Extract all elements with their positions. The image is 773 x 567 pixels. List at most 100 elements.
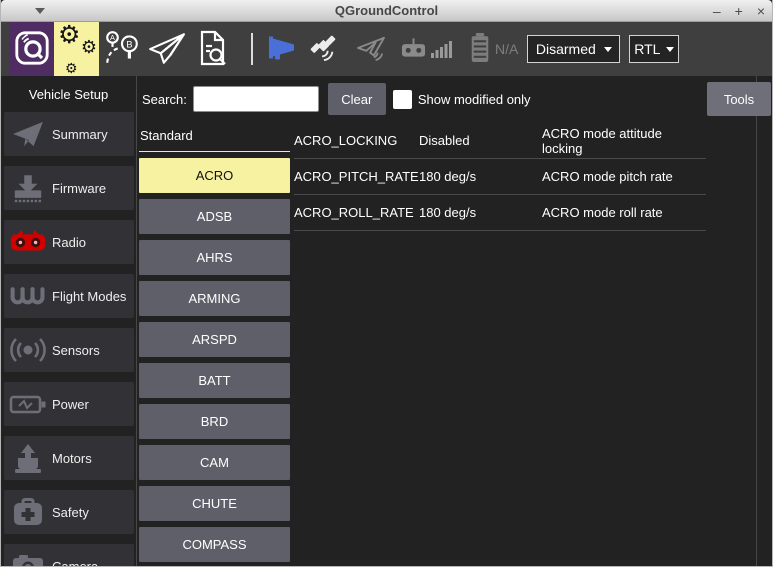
paper-plane-icon <box>4 120 52 148</box>
toolbar-button-fly[interactable] <box>144 22 189 76</box>
parameter-panel: Search: Clear Show modified only Tools S… <box>137 76 772 566</box>
sidebar-item-motors[interactable]: Motors <box>4 436 134 480</box>
category-button-arming[interactable]: ARMING <box>139 281 290 316</box>
param-name: ACRO_PITCH_RATE <box>294 169 419 184</box>
sidebar-item-safety[interactable]: Safety <box>4 490 134 534</box>
tools-button[interactable]: Tools <box>707 82 771 116</box>
param-row[interactable]: ACRO_ROLL_RATE 180 deg/s ACRO mode roll … <box>294 195 706 231</box>
search-input[interactable] <box>193 86 319 112</box>
category-button-acro[interactable]: ACRO <box>139 158 290 193</box>
toolbar-separator <box>251 33 253 65</box>
chevron-down-icon <box>666 47 674 52</box>
medkit-icon <box>4 497 52 527</box>
plan-route-icon: A B <box>103 29 141 70</box>
sidebar-item-sensors[interactable]: Sensors <box>4 328 134 372</box>
sidebar-item-summary[interactable]: Summary <box>4 112 134 156</box>
window-menu-icon[interactable] <box>35 8 45 14</box>
param-name: ACRO_ROLL_RATE <box>294 205 419 220</box>
show-modified-checkbox[interactable] <box>393 90 412 109</box>
category-button-arspd[interactable]: ARSPD <box>139 322 290 357</box>
battery-bolt-icon <box>4 393 52 416</box>
sidebar-item-label: Sensors <box>52 343 100 358</box>
param-value: Disabled <box>419 133 542 148</box>
rc-rssi-indicator[interactable] <box>401 37 426 61</box>
camera-icon <box>4 554 52 567</box>
close-button[interactable]: × <box>757 3 765 19</box>
clear-button[interactable]: Clear <box>328 83 386 115</box>
sidebar-item-firmware[interactable]: Firmware <box>4 166 134 210</box>
sidebar-item-camera[interactable]: Camera <box>4 544 134 566</box>
paper-plane-icon <box>147 31 187 68</box>
param-description: ACRO mode roll rate <box>542 205 706 220</box>
category-button-chute[interactable]: CHUTE <box>139 486 290 521</box>
audio-indicator[interactable] <box>267 34 297 64</box>
parameter-table: ACRO_LOCKING Disabled ACRO mode attitude… <box>294 122 706 566</box>
sidebar-item-label: Camera <box>52 559 98 567</box>
battery-status-text: N/A <box>495 41 518 57</box>
category-button-compass[interactable]: COMPASS <box>139 527 290 562</box>
battery-indicator[interactable] <box>470 33 490 66</box>
toolbar-button-vehicle-setup[interactable]: ⚙⚙⚙ <box>54 22 99 76</box>
qgroundcontrol-window: QGroundControl – + × ⚙⚙⚙ <box>0 0 773 567</box>
window-controls: – + × <box>713 0 765 22</box>
sidebar-item-label: Summary <box>52 127 108 142</box>
firmware-download-icon <box>4 173 52 203</box>
param-value: 180 deg/s <box>419 169 542 184</box>
toolbar: ⚙⚙⚙ A B <box>1 22 772 76</box>
rtl-label: RTL <box>634 41 660 57</box>
sidebar-item-radio[interactable]: Radio <box>4 220 134 264</box>
category-list: Standard ACRO ADSB AHRS ARMING ARSPD BAT… <box>139 122 290 566</box>
param-row[interactable]: ACRO_PITCH_RATE 180 deg/s ACRO mode pitc… <box>294 159 706 195</box>
telemetry-plane-icon <box>355 35 387 64</box>
flight-mode-dropdown[interactable]: Disarmed <box>527 35 620 63</box>
chevron-down-icon <box>604 47 612 52</box>
param-value: 180 deg/s <box>419 205 542 220</box>
sidebar-item-label: Power <box>52 397 89 412</box>
megaphone-icon <box>267 34 297 64</box>
sidebar-item-label: Flight Modes <box>52 289 126 304</box>
qgc-logo-icon <box>13 29 51 70</box>
telemetry-rssi-indicator[interactable] <box>355 35 387 64</box>
sidebar-item-label: Radio <box>52 235 86 250</box>
toolbar-button-home[interactable] <box>9 22 54 76</box>
show-modified-label: Show modified only <box>418 92 531 107</box>
document-search-icon <box>195 29 229 70</box>
window-title: QGroundControl <box>335 3 438 18</box>
rtl-dropdown[interactable]: RTL <box>629 35 679 63</box>
param-row[interactable]: ACRO_LOCKING Disabled ACRO mode attitude… <box>294 123 706 159</box>
waveform-icon <box>4 283 52 310</box>
minimize-button[interactable]: – <box>713 3 721 19</box>
sidebar-header: Vehicle Setup <box>1 76 136 112</box>
toolbar-button-analyze[interactable] <box>189 22 234 76</box>
sidebar-item-flight-modes[interactable]: Flight Modes <box>4 274 134 318</box>
category-button-brd[interactable]: BRD <box>139 404 290 439</box>
rc-transmitter-icon <box>401 37 426 61</box>
signal-rings-icon <box>4 336 52 364</box>
radio-red-icon <box>4 229 52 255</box>
category-button-cam[interactable]: CAM <box>139 445 290 480</box>
sidebar-item-label: Safety <box>52 505 89 520</box>
sidebar-item-label: Firmware <box>52 181 106 196</box>
category-group-label: Standard <box>139 122 290 152</box>
gps-indicator[interactable] <box>309 34 337 65</box>
search-row: Search: Clear Show modified only Tools <box>137 76 772 122</box>
maximize-button[interactable]: + <box>735 3 743 19</box>
category-button-batt[interactable]: BATT <box>139 363 290 398</box>
toolbar-button-plan[interactable]: A B <box>99 22 144 76</box>
param-name: ACRO_LOCKING <box>294 133 419 148</box>
category-button-ahrs[interactable]: AHRS <box>139 240 290 275</box>
signal-bars-icon[interactable] <box>431 40 453 58</box>
svg-text:B: B <box>126 39 132 50</box>
content-area: Vehicle Setup Summary <box>1 76 772 566</box>
param-description: ACRO mode attitude locking <box>542 126 706 156</box>
battery-icon <box>470 33 490 66</box>
vehicle-setup-sidebar: Vehicle Setup Summary <box>1 76 137 566</box>
sidebar-item-label: Motors <box>52 451 92 466</box>
sidebar-item-power[interactable]: Power <box>4 382 134 426</box>
category-button-adsb[interactable]: ADSB <box>139 199 290 234</box>
param-description: ACRO mode pitch rate <box>542 169 706 184</box>
motor-arrow-icon <box>4 443 52 474</box>
titlebar: QGroundControl – + × <box>1 0 772 22</box>
flight-mode-label: Disarmed <box>536 41 596 57</box>
satellite-icon <box>309 34 337 65</box>
